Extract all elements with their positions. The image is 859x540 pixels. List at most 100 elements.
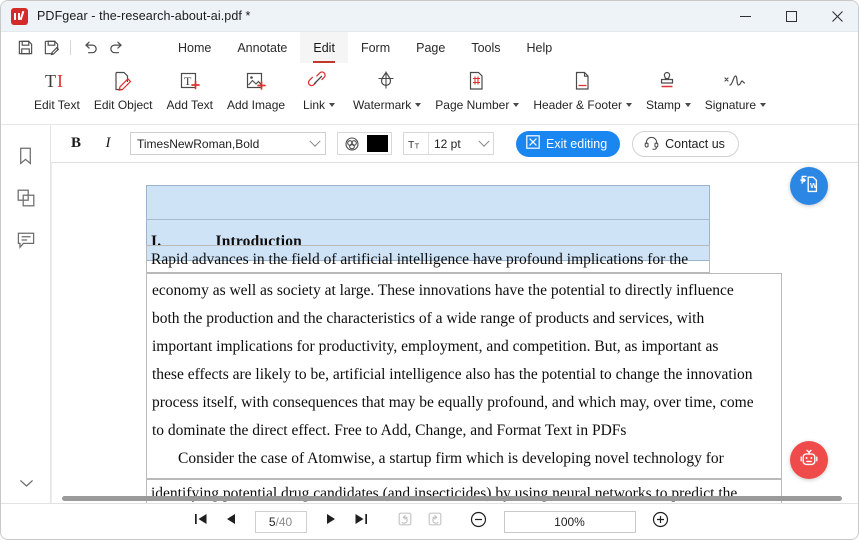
svg-text:W: W — [810, 181, 818, 190]
link-icon — [306, 66, 332, 96]
redo-icon[interactable] — [103, 36, 129, 60]
tab-annotate[interactable]: Annotate — [224, 32, 300, 63]
chevron-down-icon[interactable] — [685, 103, 691, 107]
chevron-down-icon[interactable] — [760, 103, 766, 107]
add-image-button[interactable]: Add Image — [220, 63, 292, 112]
add-image-label: Add Image — [227, 98, 285, 112]
font-family-select[interactable]: TimesNewRoman,Bold — [130, 132, 326, 155]
pdfgear-window: PDFgear - the-research-about-ai.pdf * — [0, 0, 859, 540]
font-size-select[interactable]: 12 pt — [429, 133, 493, 154]
convert-to-word-button[interactable]: W — [790, 167, 828, 205]
contact-us-button[interactable]: Contact us — [632, 131, 739, 157]
collapse-side-panel-button[interactable] — [9, 471, 43, 497]
ribbon-toolbar: T I Edit Text Edit Object T — [1, 63, 859, 125]
chevron-down-icon — [19, 475, 34, 493]
contact-us-label: Contact us — [665, 137, 725, 151]
page-number-button[interactable]: Page Number — [428, 63, 526, 112]
link-label: Link — [303, 98, 335, 112]
chevron-down-icon — [309, 135, 320, 146]
tab-home[interactable]: Home — [165, 32, 224, 63]
paragraph-body-box[interactable]: economy as well as society at large. The… — [146, 273, 782, 479]
stamp-icon — [655, 66, 681, 96]
total-pages-label: /40 — [276, 515, 293, 529]
maximize-button[interactable] — [768, 1, 814, 32]
zoom-in-button[interactable] — [646, 509, 676, 535]
text-box-row-divider — [146, 219, 710, 220]
chevron-down-icon[interactable] — [626, 103, 632, 107]
paragraph-line-box-1[interactable]: Rapid advances in the field of artificia… — [146, 245, 710, 273]
previous-page-icon — [224, 512, 238, 531]
minimize-button[interactable] — [722, 1, 768, 32]
font-color-icon[interactable] — [341, 134, 363, 154]
stamp-button[interactable]: Stamp — [639, 63, 698, 112]
paragraph-line: economy as well as society at large. The… — [152, 277, 776, 305]
window-controls — [722, 1, 859, 32]
ai-assistant-button[interactable] — [790, 441, 828, 479]
edit-object-button[interactable]: Edit Object — [87, 63, 160, 112]
ribbon-tabs: Home Annotate Edit Form Page Tools Help — [165, 32, 565, 63]
signature-icon — [721, 66, 749, 96]
rotate-right-icon — [427, 511, 443, 532]
zoom-level-value: 100% — [554, 515, 585, 529]
first-page-icon — [194, 512, 208, 531]
save-as-icon[interactable] — [38, 36, 64, 60]
watermark-label: Watermark — [353, 98, 421, 112]
horizontal-scrollbar[interactable] — [62, 496, 842, 501]
exit-editing-button[interactable]: Exit editing — [516, 131, 620, 157]
add-text-icon: T — [177, 66, 203, 96]
sidebar-item-comments[interactable] — [9, 225, 43, 259]
tab-edit[interactable]: Edit — [300, 32, 348, 63]
side-panel-rail — [1, 125, 51, 503]
page-number-label: Page Number — [435, 98, 519, 112]
tab-tools[interactable]: Tools — [458, 32, 513, 63]
rotate-right-button[interactable] — [420, 509, 450, 535]
sidebar-item-thumbnails[interactable] — [9, 183, 43, 217]
svg-text:T: T — [414, 141, 419, 150]
header-footer-button[interactable]: Header & Footer — [526, 63, 639, 112]
add-text-label: Add Text — [167, 98, 213, 112]
chevron-down-icon[interactable] — [513, 103, 519, 107]
rotate-left-icon — [397, 511, 413, 532]
add-text-button[interactable]: T Add Text — [160, 63, 220, 112]
toolbar-separator — [70, 40, 71, 55]
font-size-group: T T 12 pt — [403, 132, 494, 155]
paragraph-line: process itself, with consequences that m… — [152, 389, 776, 417]
sidebar-item-bookmarks[interactable] — [9, 141, 43, 175]
pdf-page[interactable]: I. Introduction Rapid advances in the fi… — [52, 163, 853, 499]
first-page-button[interactable] — [186, 509, 216, 535]
headset-icon — [644, 135, 659, 153]
watermark-button[interactable]: Watermark — [346, 63, 428, 112]
add-image-icon — [243, 66, 269, 96]
page-number-input[interactable]: 5/40 — [255, 511, 307, 533]
edit-text-button[interactable]: T I Edit Text — [27, 63, 87, 112]
next-page-button[interactable] — [316, 509, 346, 535]
font-size-value: 12 pt — [434, 137, 461, 151]
tab-help[interactable]: Help — [514, 32, 566, 63]
chevron-down-icon[interactable] — [329, 103, 335, 107]
next-page-icon — [324, 512, 338, 531]
quick-access-toolbar — [12, 36, 129, 60]
document-viewport[interactable]: I. Introduction Rapid advances in the fi… — [51, 163, 859, 503]
stamp-label: Stamp — [646, 98, 691, 112]
signature-button[interactable]: Signature — [698, 63, 773, 112]
italic-button[interactable]: I — [95, 132, 121, 156]
chevron-down-icon[interactable] — [415, 103, 421, 107]
rotate-left-button[interactable] — [390, 509, 420, 535]
watermark-icon — [374, 66, 400, 96]
font-color-swatch[interactable] — [367, 135, 388, 152]
tab-form[interactable]: Form — [348, 32, 403, 63]
close-button[interactable] — [814, 1, 859, 32]
zoom-out-button[interactable] — [464, 509, 494, 535]
tab-page[interactable]: Page — [403, 32, 458, 63]
link-button[interactable]: Link — [292, 63, 346, 112]
status-bar: 5/40 — [1, 503, 859, 539]
undo-icon[interactable] — [77, 36, 103, 60]
bold-button[interactable]: B — [63, 132, 89, 156]
comments-icon — [17, 231, 35, 254]
previous-page-button[interactable] — [216, 509, 246, 535]
edit-text-label: Edit Text — [34, 98, 80, 112]
zoom-level-input[interactable]: 100% — [504, 511, 636, 533]
last-page-button[interactable] — [346, 509, 376, 535]
save-icon[interactable] — [12, 36, 38, 60]
svg-text:T: T — [184, 74, 192, 88]
